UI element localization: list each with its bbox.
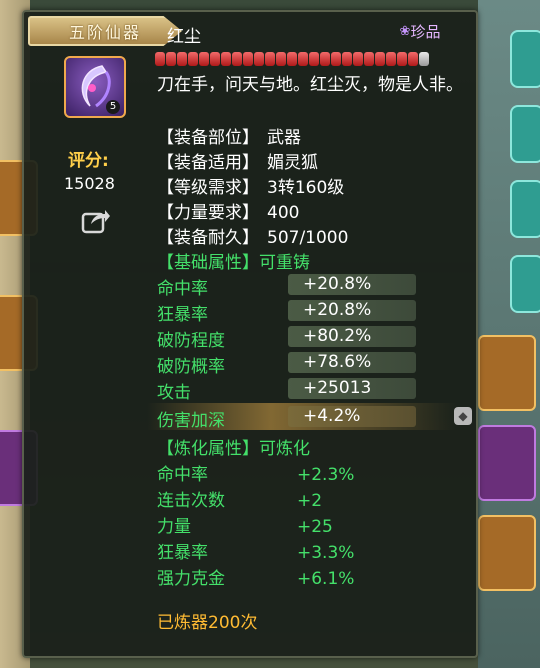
attr-key: 狂暴率	[157, 305, 208, 325]
rarity-label: 珍品	[410, 22, 441, 41]
refine-attributes-header: 【炼化属性】可炼化	[157, 439, 310, 459]
score-label: 评分:	[68, 151, 109, 171]
side-tab-button[interactable]	[510, 105, 540, 163]
attr-key: 伤害加深	[157, 411, 225, 431]
durability-pip-filled	[188, 52, 198, 66]
side-tab-button[interactable]	[510, 30, 540, 88]
durability-pip-filled	[408, 52, 418, 66]
inventory-slot[interactable]	[478, 425, 536, 501]
info-key: 【力量要求】	[157, 203, 259, 223]
info-value: 400	[267, 203, 300, 223]
info-value: 媚灵狐	[267, 153, 318, 173]
base-attr-row: 命中率 +20.8%	[157, 274, 427, 299]
info-value: 武器	[267, 128, 301, 148]
attr-value: +6.1%	[297, 569, 355, 589]
tier-badge: 五阶仙器	[28, 16, 182, 46]
tier-label: 五阶仙器	[68, 23, 141, 42]
info-key: 【装备适用】	[157, 153, 259, 173]
attr-value: +3.3%	[297, 543, 355, 563]
durability-pip-filled	[342, 52, 352, 66]
durability-pip-filled	[298, 52, 308, 66]
item-icon: 5	[64, 56, 126, 118]
durability-pip-filled	[221, 52, 231, 66]
durability-pip-empty	[419, 52, 429, 66]
item-name: 红尘	[167, 27, 201, 47]
durability-pip-filled	[232, 52, 242, 66]
durability-pip-filled	[166, 52, 176, 66]
base-attr-row: 破防程度 +80.2%	[157, 326, 427, 351]
side-tab-button[interactable]	[510, 255, 540, 313]
durability-pip-filled	[353, 52, 363, 66]
durability-pip-filled	[265, 52, 275, 66]
refine-count-text: 已炼器200次	[157, 613, 258, 633]
attr-key: 命中率	[157, 465, 208, 485]
attr-value: +80.2%	[303, 326, 372, 346]
info-key: 【装备部位】	[157, 128, 259, 148]
durability-pip-filled	[375, 52, 385, 66]
info-row-slot: 【装备部位】 武器	[157, 123, 301, 148]
attr-value: +2	[297, 491, 323, 511]
durability-pip-filled	[397, 52, 407, 66]
inventory-slot[interactable]	[478, 515, 536, 591]
attr-value: +4.2%	[303, 406, 361, 426]
refine-attr-row: 连击次数 +2	[157, 486, 322, 511]
attr-value: +2.3%	[297, 465, 355, 485]
base-attr-row: 破防概率 +78.6%	[157, 352, 427, 377]
info-key: 【等级需求】	[157, 178, 259, 198]
info-key: 【装备耐久】	[157, 228, 259, 248]
refine-attr-row: 强力克金 +6.1%	[157, 564, 354, 589]
info-value: 3转160级	[267, 178, 345, 198]
item-tooltip: 五阶仙器 红尘 ❀ 珍品 5 评分: 15028 刀在手，问天与地。红尘灭，物是…	[22, 10, 478, 658]
info-row-class: 【装备适用】 媚灵狐	[157, 148, 318, 173]
share-icon	[81, 210, 110, 234]
durability-pip-filled	[177, 52, 187, 66]
attr-key: 破防概率	[157, 357, 225, 377]
attr-value: +25013	[303, 378, 372, 398]
attr-key: 攻击	[157, 383, 191, 403]
durability-pip-filled	[320, 52, 330, 66]
durability-pip-filled	[276, 52, 286, 66]
attr-key: 狂暴率	[157, 543, 208, 563]
attr-value: +20.8%	[303, 300, 372, 320]
info-row-durability: 【装备耐久】 507/1000	[157, 223, 348, 248]
info-row-strength: 【力量要求】 400	[157, 198, 299, 223]
side-tab-button[interactable]	[510, 180, 540, 238]
info-value: 507/1000	[267, 228, 349, 248]
attr-special-icon[interactable]: ◆	[454, 407, 472, 425]
info-row-level: 【等级需求】 3转160级	[157, 173, 344, 198]
attr-key: 连击次数	[157, 491, 225, 511]
durability-pip-filled	[331, 52, 341, 66]
durability-pip-filled	[155, 52, 165, 66]
rarity-ornament-icon: ❀	[399, 23, 411, 39]
base-attr-row: 狂暴率 +20.8%	[157, 300, 427, 325]
attr-key: 强力克金	[157, 569, 225, 589]
icon-level: 5	[106, 100, 120, 114]
attr-value: +20.8%	[303, 274, 372, 294]
refine-attr-row: 狂暴率 +3.3%	[157, 538, 354, 563]
share-button[interactable]	[78, 206, 114, 236]
refine-attr-row: 命中率 +2.3%	[157, 460, 354, 485]
durability-pip-filled	[364, 52, 374, 66]
durability-pip-filled	[254, 52, 264, 66]
attr-key: 力量	[157, 517, 191, 537]
score-value: 15028	[64, 174, 115, 193]
refine-attr-row: 力量 +25	[157, 512, 333, 537]
durability-pip-filled	[210, 52, 220, 66]
item-description: 刀在手，问天与地。红尘灭，物是人非。	[157, 75, 463, 95]
base-attr-row: 攻击 +25013	[157, 378, 427, 403]
rarity-badge: ❀ 珍品	[380, 20, 460, 42]
durability-pip-filled	[287, 52, 297, 66]
inventory-slot[interactable]	[478, 335, 536, 411]
durability-pip-filled	[386, 52, 396, 66]
attr-key: 破防程度	[157, 331, 225, 351]
durability-bar	[155, 52, 429, 66]
durability-pip-filled	[309, 52, 319, 66]
base-attributes-header: 【基础属性】可重铸	[157, 253, 310, 273]
attr-value: +78.6%	[303, 352, 372, 372]
attr-key: 命中率	[157, 279, 208, 299]
attr-value: +25	[297, 517, 333, 537]
durability-pip-filled	[199, 52, 209, 66]
durability-pip-filled	[243, 52, 253, 66]
base-attr-row-highlighted: 伤害加深 +4.2% ◆	[147, 403, 472, 431]
